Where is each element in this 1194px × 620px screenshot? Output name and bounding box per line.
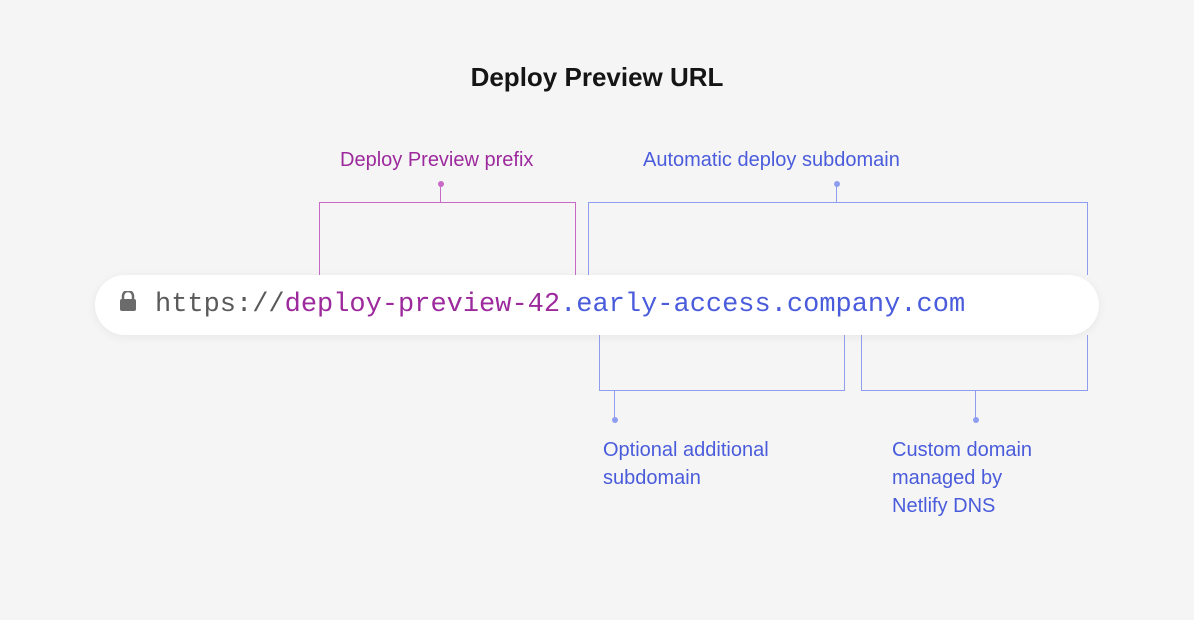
bracket-prefix (319, 202, 576, 275)
connector-dot (973, 417, 979, 423)
label-line: Netlify DNS (892, 495, 995, 517)
url-deploy-prefix: deploy-preview-42 (285, 290, 560, 320)
diagram-title: Deploy Preview URL (471, 62, 724, 93)
label-deploy-preview-prefix: Deploy Preview prefix (340, 149, 533, 172)
connector-line (440, 182, 441, 202)
lock-icon (119, 290, 155, 320)
url-domain: company.com (787, 290, 965, 320)
bracket-auto-subdomain (588, 202, 1088, 275)
url-bar: https://deploy-preview-42.early-access.c… (95, 275, 1099, 335)
label-line: managed by (892, 467, 1002, 489)
connector-line (836, 182, 837, 202)
url-protocol: https:// (155, 290, 285, 320)
bracket-optional-subdomain (599, 335, 845, 391)
url-subdomain: early-access (576, 290, 770, 320)
url-dot: . (560, 290, 576, 320)
label-line: Custom domain (892, 439, 1032, 461)
label-line: Optional additional (603, 439, 769, 461)
bracket-custom-domain (861, 335, 1088, 391)
label-optional-subdomain: Optional additional subdomain (603, 436, 769, 492)
url-dot: . (771, 290, 787, 320)
label-custom-domain: Custom domain managed by Netlify DNS (892, 436, 1032, 520)
label-line: subdomain (603, 467, 701, 489)
connector-dot (612, 417, 618, 423)
label-automatic-deploy-subdomain: Automatic deploy subdomain (643, 149, 900, 172)
